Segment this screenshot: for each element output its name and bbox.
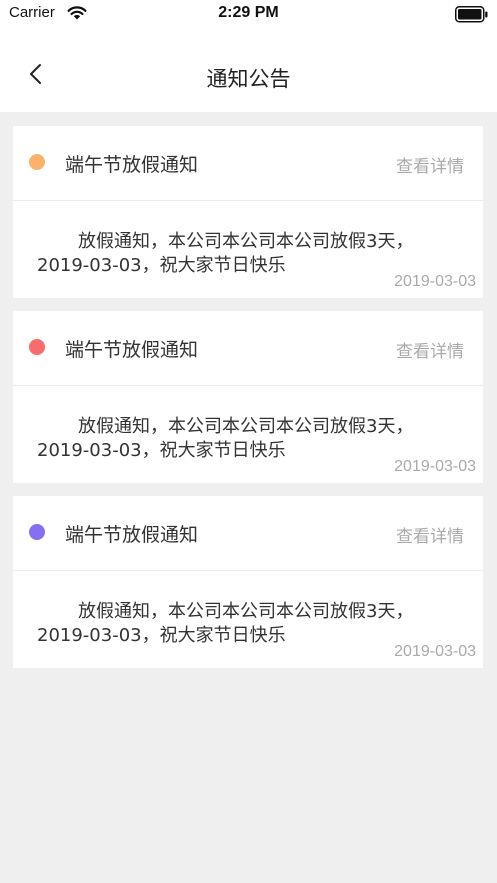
notice-body: 放假通知，本公司本公司本公司放假3天，2019-03-03，祝大家节日快乐 20… — [13, 571, 483, 668]
navigation-bar: 通知公告 — [0, 30, 497, 112]
notice-card[interactable]: 端午节放假通知 查看详情 放假通知，本公司本公司本公司放假3天，2019-03-… — [13, 496, 483, 668]
notice-content: 放假通知，本公司本公司本公司放假3天，2019-03-03，祝大家节日快乐 — [37, 231, 414, 276]
notice-dot-icon — [29, 154, 45, 170]
notice-card[interactable]: 端午节放假通知 查看详情 放假通知，本公司本公司本公司放假3天，2019-03-… — [13, 126, 483, 298]
status-bar: Carrier 2:29 PM — [0, 0, 497, 30]
notice-title: 端午节放假通知 — [65, 524, 199, 546]
notice-card-header[interactable]: 端午节放假通知 查看详情 — [13, 311, 483, 386]
notice-card-header[interactable]: 端午节放假通知 查看详情 — [13, 126, 483, 201]
notice-date: 2019-03-03 — [394, 643, 476, 660]
notice-date: 2019-03-03 — [394, 458, 476, 475]
notice-title: 端午节放假通知 — [65, 339, 199, 361]
notice-dot-icon — [29, 524, 45, 540]
notice-card[interactable]: 端午节放假通知 查看详情 放假通知，本公司本公司本公司放假3天，2019-03-… — [13, 311, 483, 483]
status-time: 2:29 PM — [218, 4, 279, 21]
notice-body: 放假通知，本公司本公司本公司放假3天，2019-03-03，祝大家节日快乐 20… — [13, 386, 483, 483]
view-details-link[interactable]: 查看详情 — [396, 522, 464, 547]
notice-content: 放假通知，本公司本公司本公司放假3天，2019-03-03，祝大家节日快乐 — [37, 416, 414, 461]
notice-title: 端午节放假通知 — [65, 154, 199, 176]
notice-content: 放假通知，本公司本公司本公司放假3天，2019-03-03，祝大家节日快乐 — [37, 601, 414, 646]
notice-body: 放假通知，本公司本公司本公司放假3天，2019-03-03，祝大家节日快乐 20… — [13, 201, 483, 298]
notice-dot-icon — [29, 339, 45, 355]
notice-card-header[interactable]: 端午节放假通知 查看详情 — [13, 496, 483, 571]
notice-date: 2019-03-03 — [394, 273, 476, 290]
view-details-link[interactable]: 查看详情 — [396, 152, 464, 177]
view-details-link[interactable]: 查看详情 — [396, 337, 464, 362]
battery-icon — [455, 6, 488, 27]
page-title: 通知公告 — [206, 67, 291, 91]
